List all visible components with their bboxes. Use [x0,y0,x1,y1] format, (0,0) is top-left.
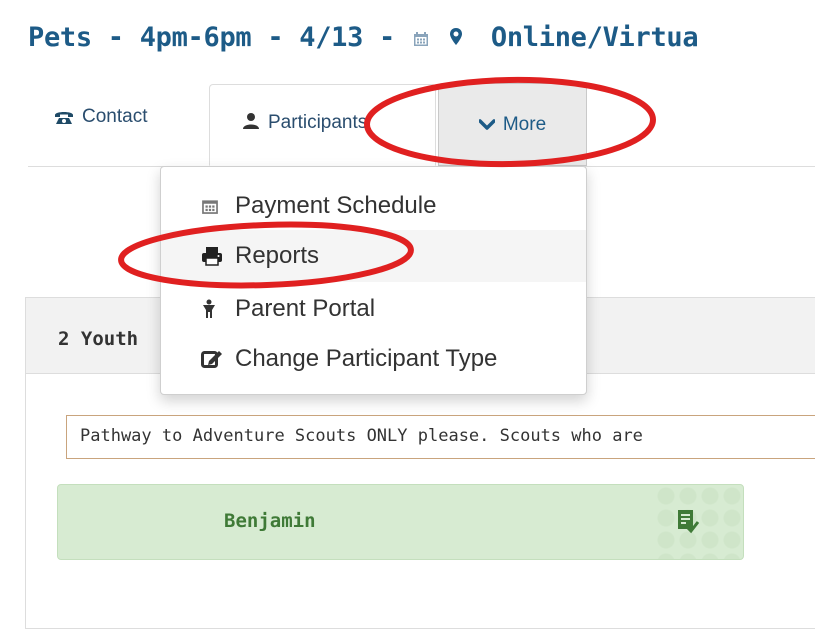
tab-more-dropdown[interactable]: More [438,83,587,166]
participant-name: Benjamin [224,510,316,532]
menu-item-label: Reports [235,242,320,269]
notice-box: Pathway to Adventure Scouts ONLY please.… [66,415,815,459]
menu-item-parent-portal[interactable]: Parent Portal [161,283,586,335]
map-marker-icon [449,23,463,54]
checklist-icon[interactable] [676,509,700,540]
tab-contact[interactable]: Contact [28,74,208,160]
tab-bar: Contact Participants More [28,80,815,167]
more-dropdown-menu: Payment Schedule Reports Parent Portal C… [160,166,587,395]
chevron-down-icon [478,118,495,131]
menu-item-reports[interactable]: Reports [161,230,586,282]
title-prefix: Pets - 4pm-6pm - 4/13 - [28,22,395,53]
panel-title: 2 Youth [58,328,139,350]
menu-item-change-participant-type[interactable]: Change Participant Type [161,333,586,385]
participant-card[interactable]: Benjamin [57,484,744,560]
tab-contact-label: Contact [82,106,148,127]
menu-item-label: Payment Schedule [235,192,437,219]
print-icon [201,246,233,266]
child-icon [201,299,233,319]
user-icon [242,112,260,130]
title-location: Online/Virtua [490,22,699,53]
menu-item-label: Parent Portal [235,295,376,322]
menu-item-label: Change Participant Type [235,345,498,372]
menu-item-payment-schedule[interactable]: Payment Schedule [161,180,586,232]
calendar-icon [201,197,233,215]
edit-icon [201,349,233,369]
tab-participants-label: Participants [268,112,368,133]
phone-icon [54,109,74,125]
tab-more-label: More [502,113,547,135]
page-title: Pets - 4pm-6pm - 4/13 - Online/Virtua [28,22,699,54]
tab-participants[interactable]: Participants [209,84,436,166]
calendar-icon [413,23,429,54]
